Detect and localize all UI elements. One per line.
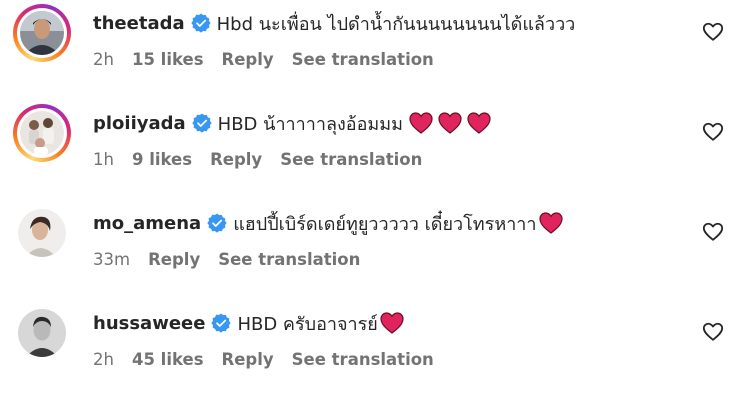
comment-item: theetada Hbd นะเพื่อน ไปดำน้ำกันนนนนนนนไ… xyxy=(0,0,736,100)
heart-outline-icon[interactable] xyxy=(702,321,724,343)
red-heart-emoji-icon xyxy=(409,112,433,134)
likes-count[interactable]: 15 likes xyxy=(132,50,204,69)
reply-button[interactable]: Reply xyxy=(222,50,274,69)
username[interactable]: theetada xyxy=(93,13,185,34)
comment-text: Hbd นะเพื่อน ไปดำน้ำกันนนนนนนนได้แล้ววว xyxy=(216,13,576,35)
avatar-image xyxy=(20,111,64,155)
verified-badge-icon xyxy=(207,213,227,233)
avatar[interactable] xyxy=(13,4,71,62)
see-translation-button[interactable]: See translation xyxy=(280,150,422,169)
verified-badge-icon xyxy=(211,313,232,333)
red-heart-emoji-icon xyxy=(438,112,462,134)
see-translation-button[interactable]: See translation xyxy=(218,250,360,269)
red-heart-emoji-icon xyxy=(467,112,491,134)
comment-item: ploiiyada HBD น้าาาาาลุงอ้อมมม 1h 9 like… xyxy=(0,100,736,200)
avatar-image xyxy=(18,209,66,257)
comment-timestamp: 2h xyxy=(93,50,114,69)
avatar[interactable] xyxy=(13,304,71,362)
comment-timestamp: 1h xyxy=(93,150,114,169)
heart-emoji-group xyxy=(409,112,491,134)
likes-count[interactable]: 9 likes xyxy=(132,150,192,169)
red-heart-emoji-icon xyxy=(380,312,404,334)
comment-text: HBD น้าาาาาลุงอ้อมมม xyxy=(217,113,404,135)
comment-item: hussaweee HBD ครับอาจารย์ 2h 45 likes Re… xyxy=(0,300,736,400)
reply-button[interactable]: Reply xyxy=(148,250,200,269)
heart-emoji-group xyxy=(538,212,563,234)
comment-item: mo_amena แฮปปี้เบิร์ดเดย์ทูยูววววว เดี๋ย… xyxy=(0,200,736,300)
heart-outline-icon[interactable] xyxy=(702,221,724,243)
username[interactable]: mo_amena xyxy=(93,213,201,234)
avatar-image xyxy=(18,309,66,357)
see-translation-button[interactable]: See translation xyxy=(292,50,434,69)
verified-badge-icon xyxy=(191,113,212,133)
avatar-image xyxy=(20,11,64,55)
comment-text: แฮปปี้เบิร์ดเดย์ทูยูววววว เดี๋ยวโทรหาาา xyxy=(233,213,537,235)
username[interactable]: hussaweee xyxy=(93,313,205,334)
heart-outline-icon[interactable] xyxy=(702,21,724,43)
avatar[interactable] xyxy=(13,104,71,162)
username[interactable]: ploiiyada xyxy=(93,113,186,134)
likes-count[interactable]: 45 likes xyxy=(132,350,204,369)
heart-emoji-group xyxy=(380,312,404,334)
heart-outline-icon[interactable] xyxy=(702,121,724,143)
reply-button[interactable]: Reply xyxy=(222,350,274,369)
reply-button[interactable]: Reply xyxy=(210,150,262,169)
avatar[interactable] xyxy=(13,204,71,262)
see-translation-button[interactable]: See translation xyxy=(292,350,434,369)
comment-text: HBD ครับอาจารย์ xyxy=(237,313,378,335)
comment-timestamp: 33m xyxy=(93,250,131,269)
comment-timestamp: 2h xyxy=(93,350,114,369)
red-heart-emoji-icon xyxy=(538,212,563,234)
verified-badge-icon xyxy=(190,13,211,33)
